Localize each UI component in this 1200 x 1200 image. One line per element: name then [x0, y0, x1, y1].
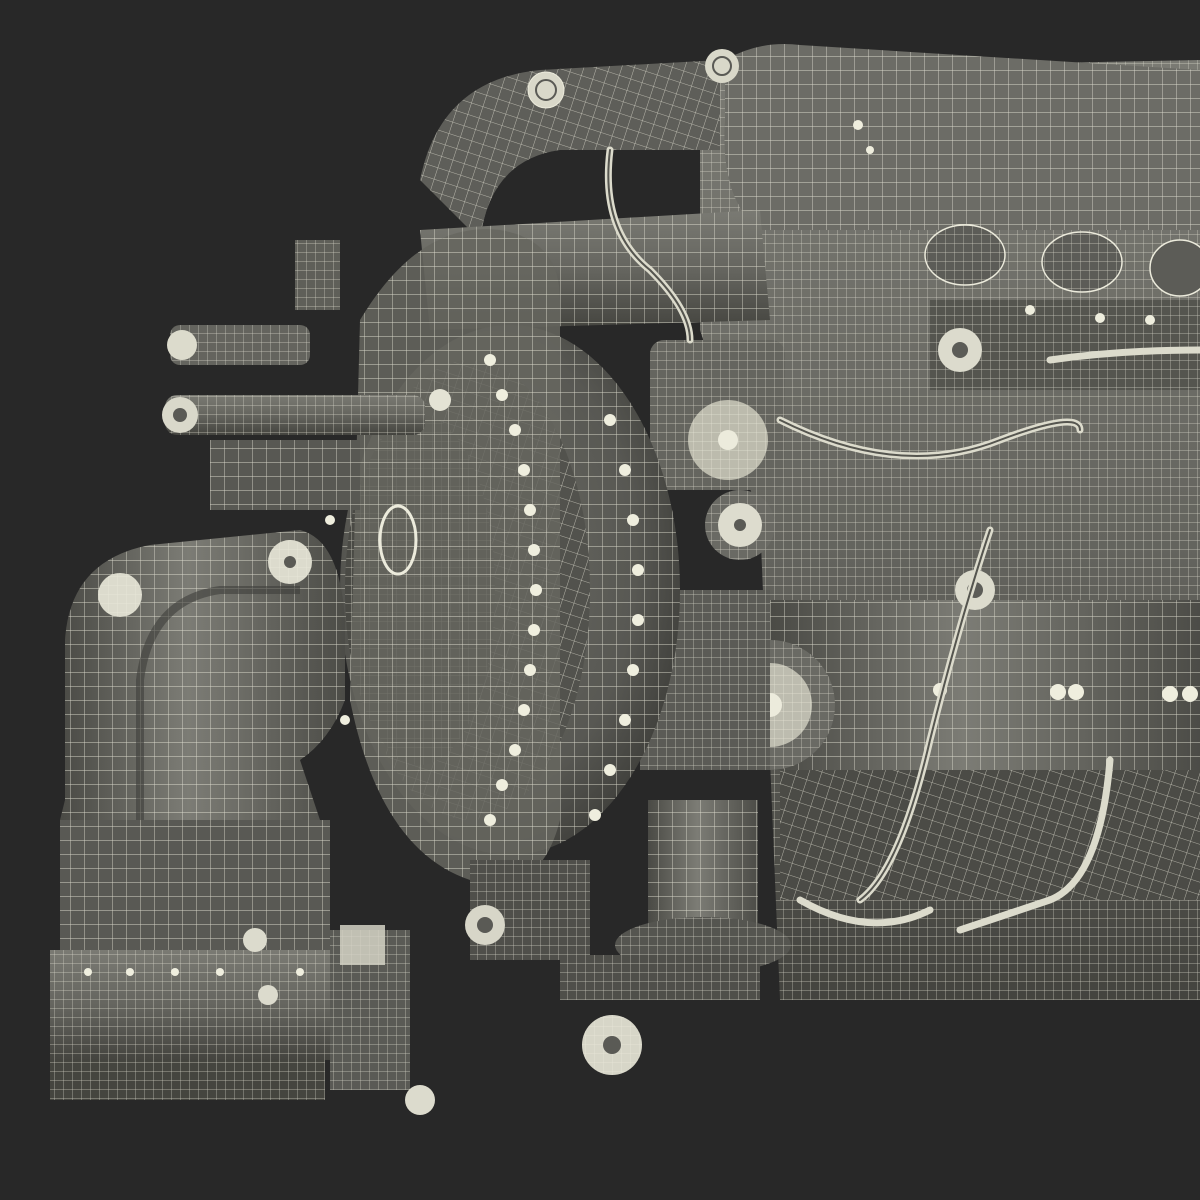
lower-housing — [50, 820, 435, 1115]
render-viewport — [0, 0, 1200, 1200]
alternator-pulley — [705, 490, 775, 560]
engine-render — [50, 44, 1200, 1115]
bearing-housing — [465, 860, 590, 960]
upper-intake-duct — [420, 49, 739, 240]
distributor — [650, 340, 785, 490]
exhaust-elbow — [60, 530, 345, 820]
oil-filter-canister — [560, 800, 791, 1075]
turbo-compressor-ring — [325, 229, 680, 884]
